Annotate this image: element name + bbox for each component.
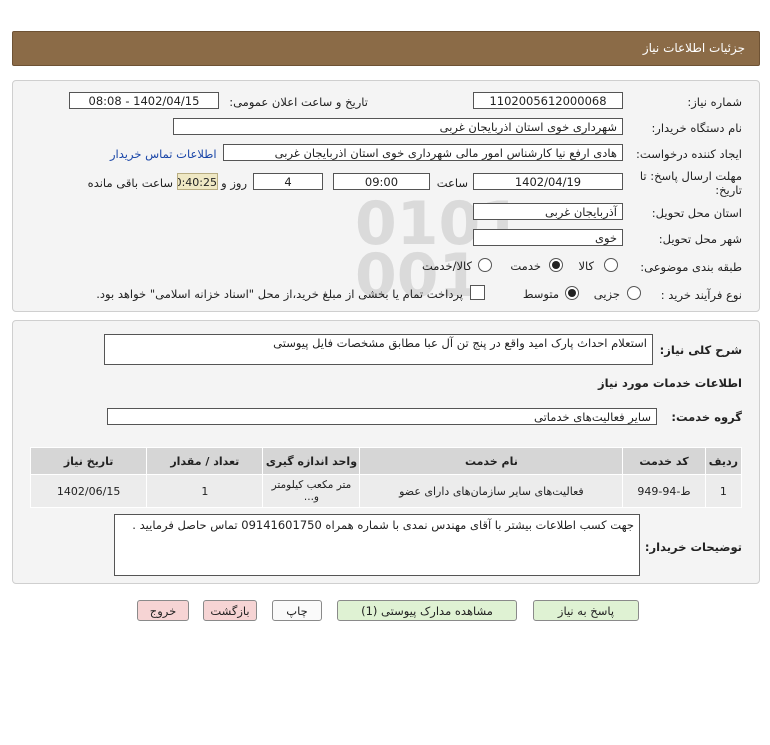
col-unit: واحد اندازه گیری — [262, 447, 361, 475]
service-group-label: گروه خدمت: — [671, 410, 742, 424]
summary-label: شرح کلی نیاز: — [659, 343, 742, 357]
process-label: نوع فرآیند خرید : — [660, 288, 742, 302]
back-button[interactable]: بازگشت — [203, 600, 257, 621]
buyer-label: نام دستگاه خریدار: — [651, 121, 742, 135]
category-option-service: خدمت — [510, 259, 541, 273]
print-button[interactable]: چاپ — [272, 600, 322, 621]
col-row-number: ردیف — [704, 447, 743, 475]
deadline-time-field: 09:00 — [333, 173, 430, 190]
cell-row-number: 1 — [704, 474, 743, 508]
buyer-notes-label: توضیحات خریدار: — [644, 540, 742, 554]
col-service-code: کد خدمت — [622, 447, 706, 475]
process-radio-medium[interactable] — [565, 286, 579, 300]
summary-field: استعلام احداث پارک امید واقع در پنج تن آ… — [104, 334, 653, 365]
creator-field: هادی ارفع نیا کارشناس امور مالی شهرداری … — [223, 144, 623, 161]
category-radio-service[interactable] — [549, 258, 563, 272]
category-radio-goods[interactable] — [604, 258, 618, 272]
deadline-date-field: 1402/04/19 — [473, 173, 623, 190]
process-option-minor: جزیی — [593, 287, 620, 301]
creator-label: ایجاد کننده درخواست: — [636, 147, 742, 161]
announce-datetime-field: 1402/04/15 - 08:08 — [69, 92, 219, 109]
buyer-notes-field: جهت کسب اطلاعات بیشتر با آقای مهندس نمدی… — [114, 514, 640, 576]
services-table-header: ردیف کد خدمت نام خدمت واحد اندازه گیری ت… — [29, 447, 743, 475]
need-number-field: 1102005612000068 — [473, 92, 623, 109]
services-heading: اطلاعات خدمات مورد نیاز — [598, 376, 742, 390]
city-field: خوی — [473, 229, 623, 246]
col-quantity: تعداد / مقدار — [146, 447, 264, 475]
category-option-goods-service: کالا/خدمت — [421, 259, 472, 273]
service-group-field: سایر فعالیت‌های خدماتی — [107, 408, 657, 425]
category-label: طبقه بندی موضوعی: — [640, 260, 742, 274]
category-option-goods: کالا — [578, 259, 594, 273]
cell-quantity: 1 — [146, 474, 264, 508]
process-option-medium: متوسط — [522, 287, 559, 301]
need-number-label: شماره نیاز: — [687, 95, 742, 109]
reply-button[interactable]: پاسخ به نیاز — [533, 600, 639, 621]
treasury-payment-note: پرداخت تمام یا بخشی از مبلغ خرید،از محل … — [96, 287, 463, 301]
treasury-payment-checkbox[interactable] — [470, 285, 485, 300]
buyer-contact-link[interactable]: اطلاعات تماس خریدار — [110, 147, 217, 161]
page-title: جزئیات اطلاعات نیاز — [642, 41, 745, 55]
province-field: آذربایجان غربی — [473, 203, 623, 220]
cell-need-date: 1402/06/15 — [29, 474, 148, 508]
services-table: ردیف کد خدمت نام خدمت واحد اندازه گیری ت… — [29, 447, 743, 508]
days-remaining-field: 4 — [253, 173, 323, 190]
category-radio-goods-service[interactable] — [478, 258, 492, 272]
remaining-time-label: ساعت باقی مانده — [87, 176, 173, 190]
cell-service-name: فعالیت‌های سایر سازمان‌های دارای عضو — [359, 474, 624, 508]
city-label: شهر محل تحویل: — [658, 232, 742, 246]
province-label: استان محل تحویل: — [651, 206, 742, 220]
deadline-label-line1: مهلت ارسال پاسخ: تا — [639, 169, 742, 183]
cell-unit: متر مکعب کیلومتر و... — [262, 474, 361, 508]
days-label: روز و — [221, 176, 247, 190]
exit-button[interactable]: خروج — [137, 600, 189, 621]
deadline-time-label: ساعت — [436, 176, 468, 190]
deadline-label-line2: تاریخ: — [715, 183, 742, 197]
buyer-name-field: شهرداری خوی استان اذربایجان غربی — [173, 118, 623, 135]
need-info-panel — [12, 80, 760, 312]
col-need-date: تاریخ نیاز — [29, 447, 148, 475]
table-row: 1 ط-94-949 فعالیت‌های سایر سازمان‌های دا… — [29, 474, 743, 508]
announce-label: تاریخ و ساعت اعلان عمومی: — [229, 95, 368, 109]
remaining-time-field: 00:40:25 — [177, 173, 218, 190]
col-service-name: نام خدمت — [359, 447, 624, 475]
view-attachments-button[interactable]: مشاهده مدارک پیوستی (1) — [337, 600, 517, 621]
process-radio-minor[interactable] — [627, 286, 641, 300]
page-header: جزئیات اطلاعات نیاز — [12, 31, 760, 66]
cell-service-code: ط-94-949 — [622, 474, 706, 508]
